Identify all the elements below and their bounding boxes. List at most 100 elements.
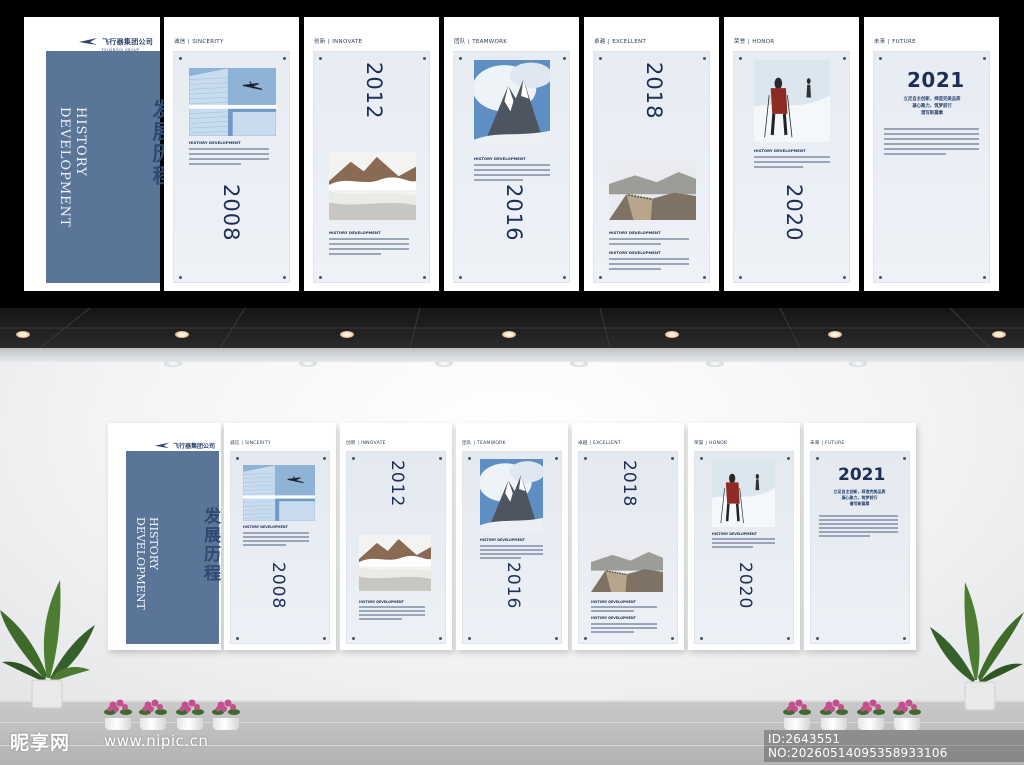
panel-year: 2018 bbox=[619, 460, 639, 508]
screw-icon bbox=[879, 57, 882, 60]
panel-inner: 2021 立足自主创新，缔造完美品质 凝心聚力，筑梦前行 谱写新篇章 bbox=[810, 451, 910, 644]
spotlight bbox=[435, 360, 453, 367]
body-text-line bbox=[819, 515, 898, 517]
body-text-line bbox=[480, 553, 543, 555]
screw-icon bbox=[700, 637, 703, 640]
company-logo: 飞行器集团公司 FEIXINGQI GROUP bbox=[78, 29, 153, 52]
panel-inner: HISTORY DEVELOPMENT 2020 bbox=[694, 451, 794, 644]
screw-icon bbox=[703, 57, 706, 60]
panel-year: 2021 bbox=[907, 68, 965, 92]
panel-inner: HISTORY DEVELOPMENT 2016 bbox=[453, 51, 570, 283]
body-text-line bbox=[819, 535, 871, 537]
section-caption: HISTORY DEVELOPMENT bbox=[480, 538, 525, 542]
body-text-line bbox=[819, 523, 898, 525]
panel-heading: 未来 | FUTURE bbox=[874, 37, 916, 45]
panel-separator: | bbox=[747, 39, 750, 45]
top-panel-2008: 诚信 | SINCERITY HISTORY DEVELOPMENT 2008 bbox=[164, 17, 299, 291]
body-text-line bbox=[591, 631, 634, 633]
panel-label-en: TEAMWORK bbox=[476, 441, 506, 446]
spotlight bbox=[164, 360, 182, 367]
panel-label-cn: 未来 bbox=[874, 39, 886, 45]
panel-heading: 创新 | INNOVATE bbox=[346, 440, 386, 446]
top-panel-2020: 荣誉 | HONOR HISTORY DEVELOPMENT 2020 bbox=[724, 17, 859, 291]
panel-separator: | bbox=[821, 441, 824, 446]
screw-icon bbox=[671, 637, 674, 640]
panel-label-en: TEAMWORK bbox=[472, 39, 508, 45]
flower-pot-icon bbox=[893, 696, 921, 732]
panel-heading: 卓越 | EXCELLENT bbox=[578, 440, 621, 446]
panel-year: 2020 bbox=[735, 562, 755, 610]
potted-plant-left-icon bbox=[0, 580, 95, 709]
body-text-line bbox=[884, 128, 979, 130]
panel-label-en: INNOVATE bbox=[360, 441, 386, 446]
wall-panel-2012: 创新 | INNOVATE 2012 HISTORY DEVELOPMENT bbox=[340, 423, 452, 650]
body-text-line bbox=[359, 614, 425, 616]
panel-label-en: EXCELLENT bbox=[592, 441, 621, 446]
company-name: 飞行器集团公司 bbox=[173, 443, 216, 450]
screw-icon bbox=[283, 57, 286, 60]
watermark-id: ID:2643551 NO:20260514095358933106 bbox=[764, 730, 1024, 762]
flower-pot-icon bbox=[176, 696, 204, 732]
screw-icon bbox=[787, 637, 790, 640]
screw-icon bbox=[283, 276, 286, 279]
spotlight bbox=[706, 360, 724, 367]
screw-icon bbox=[983, 57, 986, 60]
mountain-clouds-icon bbox=[359, 535, 431, 595]
future-slogan: 立足自主创新，缔造完美品质 凝心聚力，筑梦前行 谱写新篇章 bbox=[833, 489, 886, 506]
panel-heading: 创新 | INNOVATE bbox=[314, 37, 362, 45]
screw-icon bbox=[816, 637, 819, 640]
wall-panel-2008: 诚信 | SINCERITY HISTORY DEVELOPMENT 2008 bbox=[224, 423, 336, 650]
title-cn: 发展历程 bbox=[200, 507, 220, 583]
screw-icon bbox=[468, 457, 471, 460]
body-text-line bbox=[243, 536, 309, 538]
section-caption: HISTORY DEVELOPMENT bbox=[609, 230, 661, 235]
watermark-logo: 昵享网 bbox=[10, 732, 71, 754]
climber-icon bbox=[712, 459, 775, 531]
section-caption: HISTORY DEVELOPMENT bbox=[609, 250, 661, 255]
panel-separator: | bbox=[607, 39, 610, 45]
panel-label-cn: 团队 bbox=[454, 39, 466, 45]
body-text-line bbox=[884, 133, 979, 135]
section-caption: HISTORY DEVELOPMENT bbox=[712, 532, 757, 536]
screw-icon bbox=[671, 457, 674, 460]
exhibition-wall-mockup: 飞行器集团公司 FEIXINGQI GROUP HISTORY DEVELOPM… bbox=[0, 0, 1024, 765]
ceiling-light bbox=[16, 331, 30, 338]
panel-label-en: HONOR bbox=[752, 39, 775, 45]
spotlight bbox=[849, 360, 867, 367]
screw-icon bbox=[468, 637, 471, 640]
spotlight bbox=[570, 360, 588, 367]
panel-inner: HISTORY DEVELOPMENT 2008 bbox=[230, 451, 330, 644]
body-text-line bbox=[819, 519, 898, 521]
body-text-line bbox=[474, 164, 550, 166]
panel-label-cn: 卓越 bbox=[578, 441, 588, 446]
panel-inner: 2012 HISTORY DEVELOPMENT bbox=[313, 51, 430, 283]
skyscraper-airplane-icon bbox=[188, 67, 277, 140]
screw-icon bbox=[352, 457, 355, 460]
body-text-line bbox=[189, 148, 269, 150]
screw-icon bbox=[236, 457, 239, 460]
panel-separator: | bbox=[589, 441, 592, 446]
section-caption: HISTORY DEVELOPMENT bbox=[359, 600, 404, 604]
body-text-line bbox=[243, 532, 309, 534]
panel-heading: 卓越 | EXCELLENT bbox=[594, 37, 646, 45]
mountain-clouds-icon bbox=[329, 152, 416, 224]
screw-icon bbox=[843, 276, 846, 279]
wall-panel-2018: 卓越 | EXCELLENT 2018 HISTORY DEVELOPMENT H… bbox=[572, 423, 684, 650]
panel-heading: 团队 | TEAMWORK bbox=[454, 37, 507, 45]
climber-icon bbox=[754, 60, 830, 146]
wall-panel-2020: 荣誉 | HONOR HISTORY DEVELOPMENT 2020 bbox=[688, 423, 800, 650]
screw-icon bbox=[555, 457, 558, 460]
panel-label-en: SINCERITY bbox=[192, 39, 224, 45]
skyscraper-airplane-icon bbox=[242, 464, 316, 525]
panel-inner: HISTORY DEVELOPMENT 2016 bbox=[462, 451, 562, 644]
panel-label-cn: 荣誉 bbox=[694, 441, 704, 446]
future-slogan: 立足自主创新，缔造完美品质 凝心聚力，筑梦前行 谱写新篇章 bbox=[903, 97, 961, 116]
screw-icon bbox=[739, 276, 742, 279]
company-name: 飞行器集团公司 bbox=[102, 38, 154, 46]
section-caption: HISTORY DEVELOPMENT bbox=[243, 525, 288, 529]
screw-icon bbox=[319, 276, 322, 279]
panel-label-en: HONOR bbox=[708, 441, 728, 446]
panel-heading: 未来 | FUTURE bbox=[810, 440, 844, 446]
snow-peak-icon bbox=[478, 459, 545, 538]
body-text-line bbox=[359, 606, 425, 608]
